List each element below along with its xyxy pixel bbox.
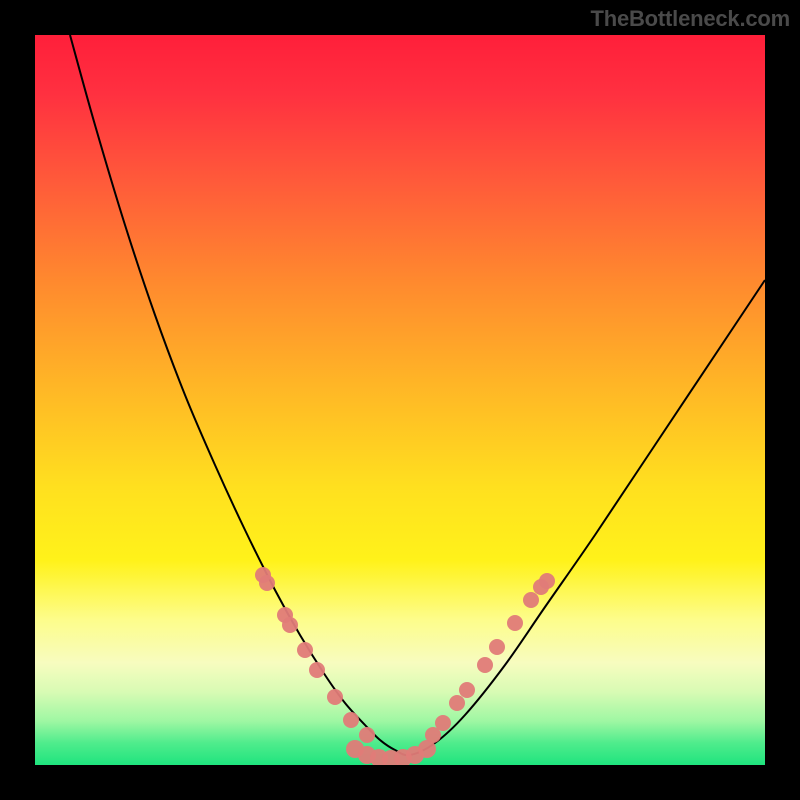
watermark-text: TheBottleneck.com <box>590 6 790 32</box>
gradient-plot-area <box>35 35 765 765</box>
chart-frame: TheBottleneck.com <box>0 0 800 800</box>
